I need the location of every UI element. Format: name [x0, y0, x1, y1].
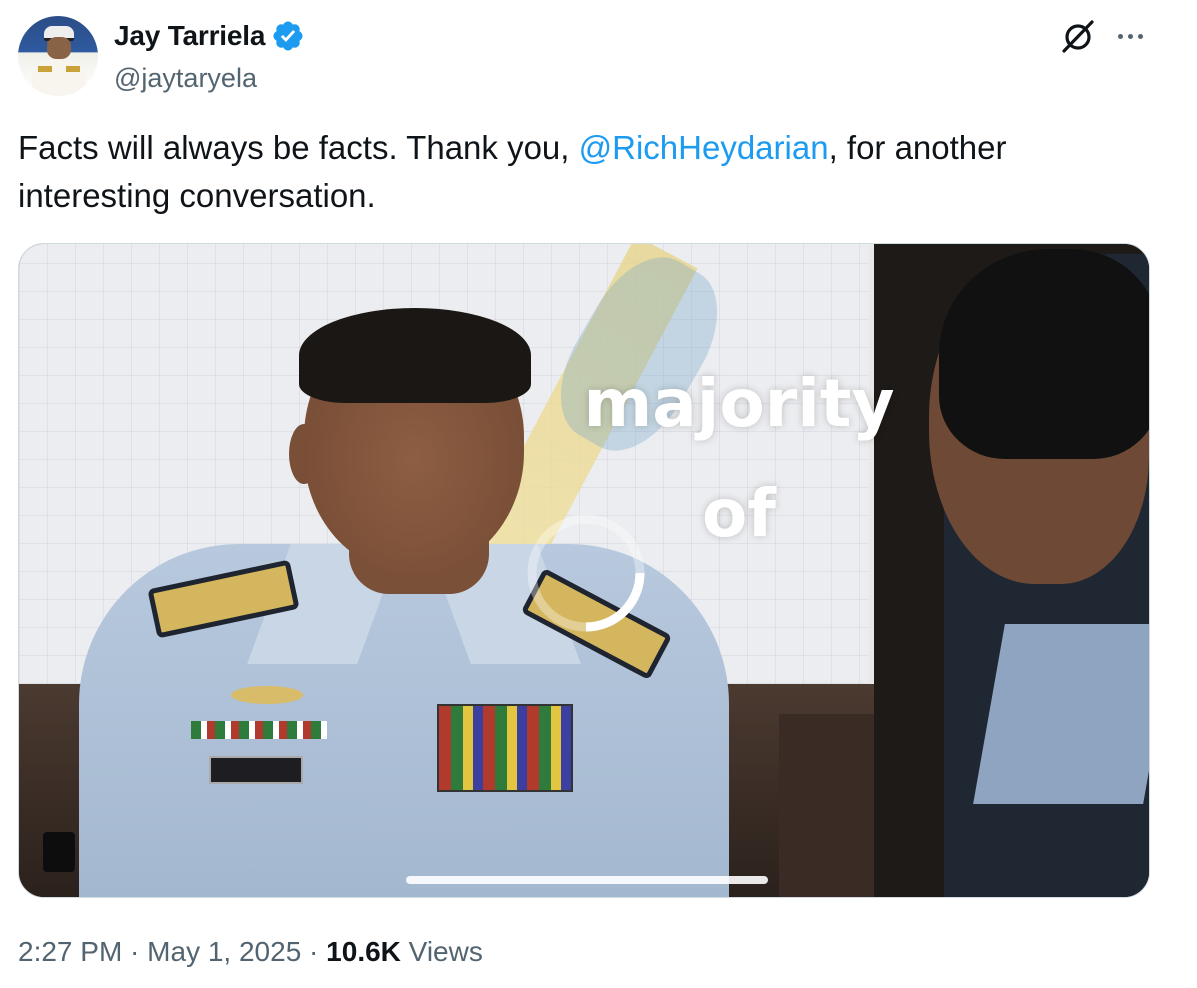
mention-link[interactable]: @RichHeydarian: [579, 129, 829, 166]
author-display-name[interactable]: Jay Tarriela: [114, 16, 265, 56]
video-player[interactable]: majority of: [18, 243, 1150, 898]
video-caption-line: majority: [583, 365, 895, 442]
tweet-time[interactable]: 2:27 PM: [18, 936, 122, 967]
avatar[interactable]: [18, 16, 98, 96]
verified-badge-icon[interactable]: [271, 19, 305, 53]
meta-separator: ·: [122, 936, 148, 967]
views-label: Views: [400, 936, 483, 967]
video-scrubber[interactable]: [406, 876, 768, 884]
tweet-text: Facts will always be facts. Thank you, @…: [18, 124, 1138, 220]
author-name-row: Jay Tarriela: [114, 16, 305, 56]
video-officer-ribbons: [191, 721, 327, 739]
video-background-shelf: [779, 714, 879, 897]
video-officer-insignia: [231, 686, 303, 704]
video-officer-nameplate: [209, 756, 303, 784]
avatar-shoulder-board: [66, 66, 80, 72]
tweet-date[interactable]: May 1, 2025: [147, 936, 301, 967]
author-handle[interactable]: @jaytaryela: [114, 58, 257, 98]
views-count[interactable]: 10.6K: [326, 936, 401, 967]
video-officer-medals: [437, 704, 573, 792]
more-options-icon[interactable]: [1110, 16, 1150, 56]
grok-icon[interactable]: [1058, 16, 1098, 56]
loading-spinner-icon: [527, 514, 645, 632]
tweet-meta: 2:27 PM · May 1, 2025 · 10.6K Views: [18, 928, 483, 976]
meta-separator: ·: [301, 936, 327, 967]
video-corner-badge: [43, 832, 75, 872]
video-interviewer-collar: [973, 624, 1149, 804]
avatar-shoulder-board: [38, 66, 52, 72]
tweet-text-part: Facts will always be facts. Thank you,: [18, 129, 579, 166]
avatar-face: [47, 37, 71, 59]
